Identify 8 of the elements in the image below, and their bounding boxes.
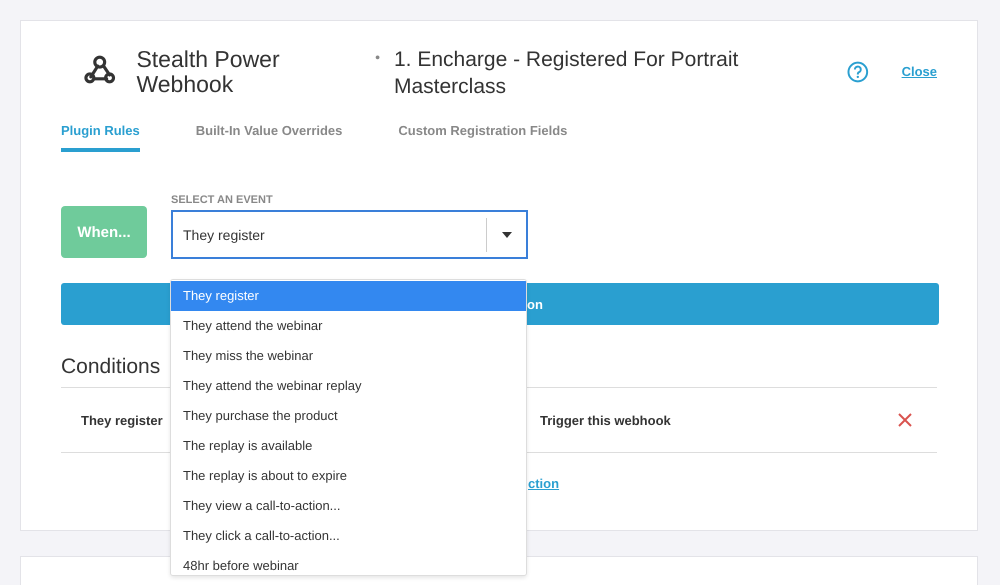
field-label: SELECT AN EVENT (171, 194, 274, 208)
when-badge: When... (61, 206, 147, 258)
bullet-mark: • (375, 49, 380, 65)
conditions-heading: Conditions (61, 355, 160, 380)
condition-event: They register (81, 412, 163, 428)
event-title: 1. Encharge - Registered For Portrait Masterclass (394, 47, 740, 100)
condition-action: Trigger this webhook (540, 412, 672, 428)
webhook-title: Stealth Power Webhook (136, 47, 281, 97)
